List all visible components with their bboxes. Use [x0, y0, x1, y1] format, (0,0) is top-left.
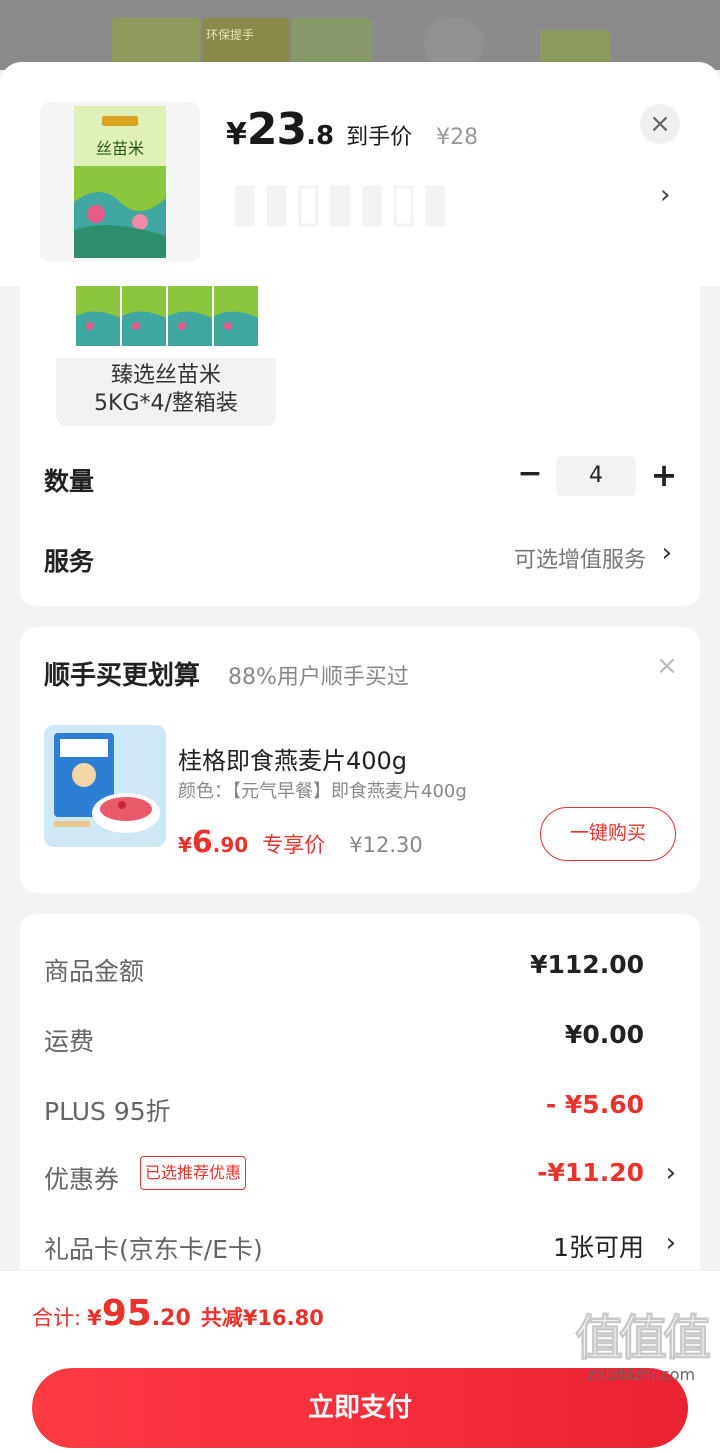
summary-value: -¥11.20	[537, 1158, 644, 1187]
summary-label: 运费	[44, 1027, 95, 1056]
summary-row-plus-discount: PLUS 95折 - ¥5.60	[44, 1088, 676, 1128]
price-integer: 23	[246, 104, 307, 155]
upsell-price: ¥ 6 .90 专享价 ¥12.30	[178, 825, 423, 860]
coupon-badge: 已选推荐优惠	[140, 1156, 247, 1190]
quantity-input[interactable]: 4	[556, 456, 636, 496]
plus-icon[interactable]: +	[648, 456, 680, 496]
background-product-tile	[424, 18, 484, 68]
quantity-label: 数量	[44, 467, 95, 496]
summary-row-shipping: 运费 ¥0.00	[44, 1018, 676, 1058]
background-product-tile	[112, 18, 200, 68]
variant-option-selected[interactable]: 臻选丝苗米 5KG*4/整箱装	[56, 286, 276, 426]
total-currency: ¥	[87, 1306, 102, 1330]
summary-value: - ¥5.60	[545, 1090, 644, 1119]
upsell-price-currency: ¥	[178, 833, 192, 857]
spec-card: 臻选丝苗米 5KG*4/整箱装 数量 − 4 + 服务 可选增值服务 ›	[20, 286, 700, 606]
background-product-tile	[292, 18, 372, 68]
upsell-product-color: 颜色：【元气早餐】即食燕麦片400g	[178, 781, 467, 802]
summary-row-goods-amount: 商品金额 ¥112.00	[44, 948, 676, 988]
price-tag: 到手价	[346, 125, 413, 150]
summary-value: ¥0.00	[564, 1020, 644, 1049]
header-ghost-graphic: ▮▮▯▮▮▯▮	[230, 170, 453, 233]
site-watermark: 值值值 zhizhizhi.com	[566, 1310, 716, 1384]
service-value[interactable]: 可选增值服务	[514, 542, 646, 574]
chevron-right-icon[interactable]: ›	[666, 1158, 676, 1188]
chevron-right-icon[interactable]: ›	[666, 1228, 676, 1258]
upsell-card: 顺手买更划算 88%用户顺手买过 × 桂格即食燕麦片400g 颜色：【元气早餐】…	[20, 627, 700, 893]
upsell-price-tag: 专享价	[262, 833, 326, 857]
variant-name: 臻选丝苗米	[110, 363, 221, 388]
background-page: 环保提手 环保提手	[0, 0, 720, 70]
svg-text:丝苗米: 丝苗米	[96, 139, 144, 158]
chevron-right-icon[interactable]: ›	[662, 538, 672, 568]
background-banner-text: 环保提手	[206, 28, 255, 42]
variant-image	[56, 286, 276, 358]
summary-label: 商品金额	[44, 957, 145, 986]
summary-value: ¥112.00	[530, 950, 644, 979]
upsell-price-decimal: .90	[212, 833, 249, 857]
close-button[interactable]: ×	[640, 104, 680, 144]
total-label: 合计:	[32, 1306, 82, 1330]
chevron-right-icon[interactable]: ›	[660, 180, 670, 210]
variant-size: 5KG*4/整箱装	[94, 391, 238, 416]
product-thumbnail[interactable]: 丝苗米	[40, 102, 200, 262]
price-decimal: .8	[306, 121, 335, 151]
purchase-sheet: 丝苗米 ▮▮▯▮▮▯▮ ¥ 23 .8 到手价 ¥28 × › 臻选丝苗米 5K…	[0, 62, 720, 1452]
sheet-header: 丝苗米 ▮▮▯▮▮▯▮ ¥ 23 .8 到手价 ¥28 × ›	[0, 62, 720, 286]
total-saved: 共减¥16.80	[200, 1306, 324, 1330]
price-currency: ¥	[226, 117, 247, 152]
quantity-stepper: − 4 +	[516, 456, 680, 496]
summary-value: 1张可用	[553, 1233, 644, 1262]
upsell-product-image[interactable]	[44, 725, 166, 847]
summary-label: PLUS 95折	[44, 1097, 171, 1126]
watermark-site: zhizhizhi.com	[586, 1365, 696, 1384]
order-total: 合计: ¥ 95 .20 共减¥16.80	[32, 1293, 324, 1334]
summary-label: 优惠券	[44, 1165, 120, 1194]
summary-row-coupon[interactable]: 优惠券 已选推荐优惠 -¥11.20 ›	[44, 1156, 676, 1196]
total-integer: 95	[101, 1293, 152, 1334]
summary-label: 礼品卡(京东卡/E卡)	[44, 1235, 263, 1264]
close-icon[interactable]: ×	[656, 651, 678, 681]
upsell-price-integer: 6	[191, 825, 213, 860]
header-price: ¥ 23 .8 到手价 ¥28	[226, 104, 478, 155]
watermark-logo: 值值值	[574, 1310, 711, 1367]
variant-label: 臻选丝苗米 5KG*4/整箱装	[56, 362, 276, 418]
original-price: ¥28	[436, 125, 479, 150]
upsell-product-name[interactable]: 桂格即食燕麦片400g	[178, 741, 407, 776]
total-decimal: .20	[151, 1306, 191, 1331]
upsell-original-price: ¥12.30	[349, 833, 423, 857]
upsell-subtitle: 88%用户顺手买过	[228, 665, 409, 690]
minus-icon[interactable]: −	[516, 456, 544, 496]
upsell-title: 顺手买更划算	[44, 661, 201, 691]
summary-row-gift-card[interactable]: 礼品卡(京东卡/E卡) 1张可用 ›	[44, 1226, 676, 1266]
service-label: 服务	[44, 547, 95, 576]
one-click-buy-button[interactable]: 一键购买	[540, 807, 676, 861]
